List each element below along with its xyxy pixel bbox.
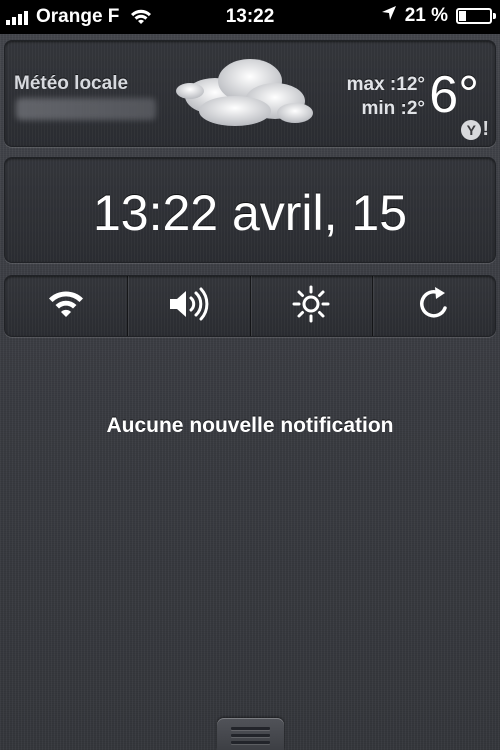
rotation-toggle[interactable] <box>373 276 495 336</box>
location-icon <box>381 5 397 27</box>
wifi-toggle[interactable] <box>5 276 128 336</box>
rotate-icon <box>414 284 454 329</box>
min-temp: min :2° <box>361 98 425 119</box>
no-notifications-message: Aucune nouvelle notification <box>106 414 394 437</box>
sound-toggle[interactable] <box>128 276 251 336</box>
quick-toggles <box>4 275 496 337</box>
weather-minmax: max :12° min :2° <box>347 73 425 121</box>
weather-location-blurred <box>16 98 156 120</box>
cloud-icon <box>165 51 325 141</box>
drawer-handle[interactable] <box>217 718 284 750</box>
yahoo-icon[interactable]: Y! <box>461 118 489 141</box>
clock-widget: 13:22 avril, 15 <box>4 157 496 263</box>
speaker-icon <box>167 286 211 327</box>
status-bar: Orange F 13:22 21 % <box>0 0 500 34</box>
weather-title: Météo locale <box>14 73 129 94</box>
battery-icon <box>456 8 496 24</box>
wifi-icon <box>47 289 85 324</box>
max-temp: max :12° <box>346 74 425 95</box>
weather-widget[interactable]: Météo locale max :12° min :2° 6° Y! <box>4 40 496 147</box>
brightness-toggle[interactable] <box>251 276 374 336</box>
battery-percent: 21 % <box>404 5 448 26</box>
clock-date-text: 13:22 avril, 15 <box>92 185 408 241</box>
current-temp: 6° <box>429 66 479 124</box>
sun-icon <box>291 284 331 329</box>
